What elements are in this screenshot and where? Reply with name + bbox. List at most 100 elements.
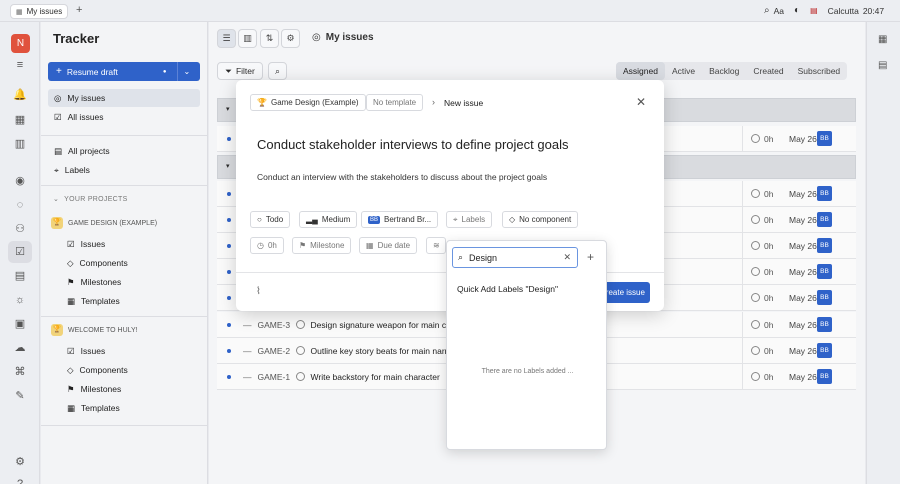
help-icon[interactable]: ? bbox=[13, 477, 27, 484]
avatar[interactable]: BB bbox=[817, 212, 832, 227]
project-game-design[interactable]: 🏆 GAME DESIGN (EXAMPLE) bbox=[51, 217, 157, 229]
cloud-icon[interactable]: ☁ bbox=[13, 341, 27, 355]
issue-description-input[interactable]: Conduct an interview with the stakeholde… bbox=[257, 172, 547, 182]
document-icon[interactable]: ▤ bbox=[878, 60, 887, 71]
calendar-icon[interactable]: ▦ bbox=[878, 34, 887, 45]
issue-title[interactable]: Outline key story beats for main narr bbox=[311, 346, 448, 356]
template-selector[interactable]: No template bbox=[366, 94, 424, 111]
avatar[interactable]: BB bbox=[817, 186, 832, 201]
avatar[interactable]: BB bbox=[817, 317, 832, 332]
theme-icon[interactable]: ◐ bbox=[794, 5, 800, 16]
board-view-button[interactable]: ▥ bbox=[238, 29, 257, 48]
library-icon[interactable]: ▣ bbox=[13, 317, 27, 331]
estimate[interactable]: 0h bbox=[751, 320, 773, 330]
avatar[interactable]: BB bbox=[817, 264, 832, 279]
labels-search-field[interactable]: ⌕ ✕ bbox=[452, 247, 578, 268]
sun-icon[interactable]: ☼ bbox=[13, 293, 27, 307]
due-date-selector[interactable]: ▦ Due date bbox=[359, 237, 418, 254]
chat-icon[interactable]: ◌ bbox=[13, 198, 27, 212]
contacts-icon[interactable]: ◉ bbox=[13, 174, 27, 188]
status-circle-icon[interactable] bbox=[295, 320, 305, 329]
nav-item-all-issues[interactable]: ☑ All issues bbox=[48, 108, 200, 126]
nav-item-all-projects[interactable]: ▤ All projects bbox=[48, 142, 200, 160]
font-size-button[interactable]: Aa bbox=[774, 6, 784, 16]
close-icon[interactable]: ✕ bbox=[636, 95, 646, 109]
calendar-icon[interactable]: ▦ bbox=[13, 113, 27, 127]
project-components[interactable]: ◇ Components bbox=[61, 254, 200, 272]
chevron-down-icon[interactable]: ⌄ bbox=[184, 67, 191, 76]
project-selector[interactable]: 🏆 Game Design (Example) bbox=[250, 94, 366, 111]
view-options-button[interactable]: ⚙ bbox=[281, 29, 300, 48]
project-milestones[interactable]: ⚑ Milestones bbox=[61, 273, 200, 291]
status-circle-icon[interactable] bbox=[295, 346, 305, 355]
add-label-button[interactable]: + bbox=[587, 250, 594, 264]
labels-search-input[interactable] bbox=[469, 252, 550, 263]
flag-icon[interactable]: ▤ bbox=[810, 6, 818, 15]
resume-draft-button[interactable]: + Resume draft ● ⌄ bbox=[48, 62, 200, 81]
tab-assigned[interactable]: Assigned bbox=[616, 62, 665, 80]
project-welcome[interactable]: 🏆 WELCOME TO HULY! bbox=[51, 324, 138, 336]
estimate[interactable]: 0h bbox=[751, 267, 773, 277]
estimate[interactable]: 0h bbox=[751, 241, 773, 251]
issue-title[interactable]: Write backstory for main character bbox=[311, 372, 440, 382]
quick-add-label-item[interactable]: Quick Add Labels "Design" bbox=[457, 284, 558, 294]
tracker-icon[interactable]: ☑ bbox=[13, 245, 27, 259]
search-button[interactable]: ⌕ bbox=[268, 62, 287, 80]
estimate[interactable]: 0h bbox=[751, 134, 773, 144]
assignee-selector[interactable]: BB Bertrand Br... bbox=[361, 211, 439, 228]
avatar[interactable]: BB bbox=[817, 131, 832, 146]
settings-sliders-icon[interactable]: ⚙ bbox=[13, 455, 27, 469]
menu-icon[interactable]: ≡ bbox=[13, 58, 27, 72]
paperclip-icon[interactable]: ⌇ bbox=[256, 286, 261, 297]
avatar[interactable]: BB bbox=[817, 238, 832, 253]
workspace-avatar[interactable]: N bbox=[11, 34, 30, 53]
workflow-icon[interactable]: ⌘ bbox=[13, 365, 27, 379]
estimate[interactable]: 0h bbox=[751, 346, 773, 356]
issue-title[interactable]: Design signature weapon for main ch bbox=[311, 320, 451, 330]
nav-item-label: Issues bbox=[80, 346, 106, 356]
tab-active[interactable]: Active bbox=[665, 62, 702, 80]
nav-item-labels[interactable]: ⌖ Labels bbox=[48, 161, 200, 179]
labels-selector[interactable]: ⌖ Labels bbox=[446, 211, 493, 228]
estimate-selector[interactable]: ◷ 0h bbox=[250, 237, 284, 254]
clear-icon[interactable]: ✕ bbox=[563, 252, 571, 263]
your-projects-header[interactable]: ⌄ YOUR PROJECTS bbox=[53, 195, 128, 204]
project-components[interactable]: ◇ Components bbox=[61, 361, 200, 379]
priority-selector[interactable]: ▂▄ Medium bbox=[299, 211, 358, 228]
filter-button[interactable]: ⏷ Filter bbox=[217, 62, 263, 80]
issue-title-input[interactable]: Conduct stakeholder interviews to define… bbox=[257, 137, 568, 152]
documents-icon[interactable]: ▤ bbox=[13, 269, 27, 283]
tab-created[interactable]: Created bbox=[746, 62, 790, 80]
estimate[interactable]: 0h bbox=[751, 189, 773, 199]
list-view-button[interactable]: ☰ bbox=[217, 29, 236, 48]
component-selector[interactable]: ◇ No component bbox=[502, 211, 579, 228]
notifications-icon[interactable]: 🔔 bbox=[13, 88, 27, 102]
status-circle-icon[interactable] bbox=[295, 372, 305, 381]
tab-my-issues[interactable]: ▦ My issues bbox=[10, 4, 68, 19]
status-selector[interactable]: ○ Todo bbox=[250, 211, 291, 228]
filter-icon: ⏷ bbox=[225, 65, 232, 76]
avatar[interactable]: BB bbox=[817, 369, 832, 384]
estimate[interactable]: 0h bbox=[751, 372, 773, 382]
avatar[interactable]: BB bbox=[817, 343, 832, 358]
milestone-selector[interactable]: ⚑ Milestone bbox=[292, 237, 352, 254]
sort-button[interactable]: ⇅ bbox=[260, 29, 279, 48]
project-milestones[interactable]: ⚑ Milestones bbox=[61, 380, 200, 398]
team-icon[interactable]: ⚇ bbox=[13, 222, 27, 236]
avatar[interactable]: BB bbox=[817, 290, 832, 305]
new-tab-button[interactable]: + bbox=[76, 4, 82, 16]
more-options-button[interactable]: ≋ bbox=[426, 237, 446, 254]
top-bar: ▦ My issues + ⌕ Aa ◐ ▤ Calcutta 20:47 bbox=[0, 0, 900, 22]
search-icon[interactable]: ⌕ bbox=[764, 5, 770, 16]
project-templates[interactable]: ▦ Templates bbox=[61, 399, 200, 417]
analytics-icon[interactable]: ▥ bbox=[13, 137, 27, 151]
project-issues[interactable]: ☑ Issues bbox=[61, 342, 200, 360]
estimate[interactable]: 0h bbox=[751, 215, 773, 225]
tab-backlog[interactable]: Backlog bbox=[702, 62, 746, 80]
edit-icon[interactable]: ✎ bbox=[13, 389, 27, 403]
project-templates[interactable]: ▦ Templates bbox=[61, 292, 200, 310]
nav-item-my-issues[interactable]: ◎ My issues bbox=[48, 89, 200, 107]
tab-subscribed[interactable]: Subscribed bbox=[791, 62, 848, 80]
estimate[interactable]: 0h bbox=[751, 293, 773, 303]
project-issues[interactable]: ☑ Issues bbox=[61, 235, 200, 253]
